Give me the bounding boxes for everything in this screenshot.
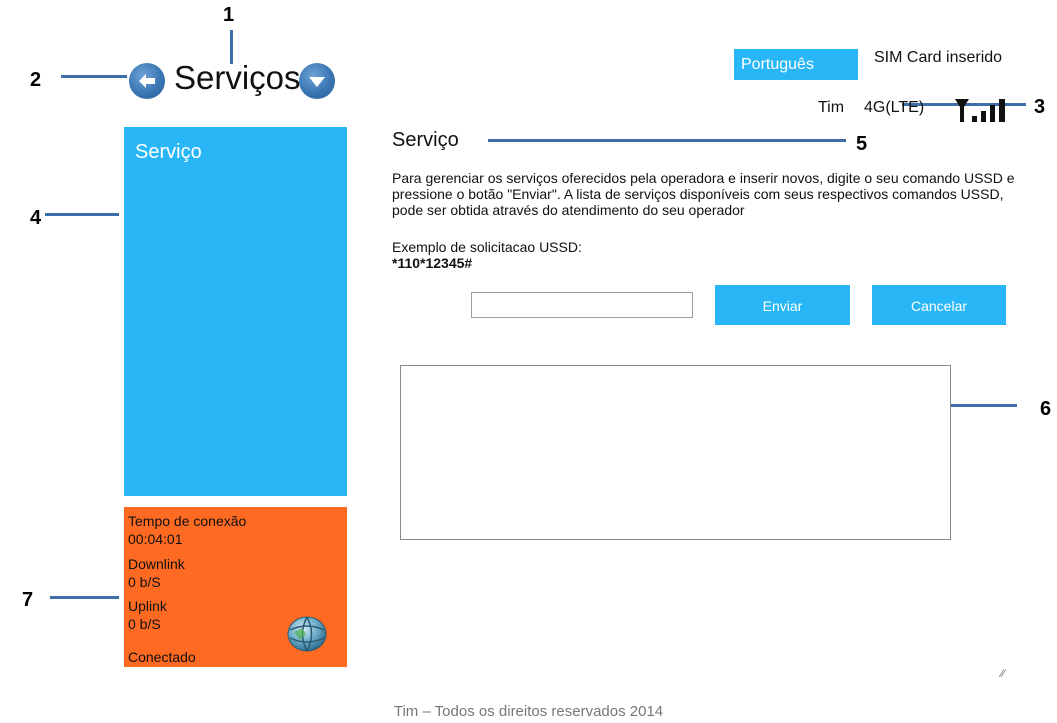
callout-4: 4 [30,207,42,229]
downlink-label: Downlink [128,556,185,572]
send-button[interactable]: Enviar [715,285,850,325]
chevron-down-icon [309,77,325,87]
example-label: Exemplo de solicitacao USSD: [392,239,582,255]
connection-time-label: Tempo de conexão [128,513,247,529]
menu-dropdown-button[interactable] [299,63,335,99]
callout-5-line [488,139,846,142]
sidebar-item-servico[interactable]: Serviço [135,141,202,164]
callout-4-line [45,213,119,216]
connection-time-value: 00:04:01 [128,531,183,547]
uplink-value: 0 b/S [128,616,161,632]
ussd-response-area[interactable] [400,365,951,540]
callout-7-line [50,596,119,599]
network-type: 4G(LTE) [864,99,925,116]
sim-status: SIM Card inserido [874,49,1003,66]
connection-stats-panel: Tempo de conexão 00:04:01 Downlink 0 b/S… [124,507,347,667]
back-button[interactable] [129,63,165,99]
connection-status: Conectado [128,649,196,665]
description-text: Para gerenciar os serviços oferecidos pe… [392,170,1015,218]
signal-strength-icon [955,99,1005,122]
callout-2: 2 [30,69,42,91]
operator-name: Tim [818,99,845,116]
callout-6: 6 [1040,398,1052,420]
arrow-left-icon [139,74,155,88]
callout-5: 5 [856,133,868,155]
ussd-command-input[interactable] [471,292,693,318]
callout-2-line [61,75,127,78]
section-title: Serviço [392,129,459,151]
resize-handle-icon[interactable]: ⁄⁄ [1001,668,1005,680]
example-code: *110*12345# [392,255,473,271]
callout-3: 3 [1034,96,1046,118]
sidebar: Serviço [124,127,347,496]
downlink-value: 0 b/S [128,574,161,590]
globe-icon [287,616,327,652]
page-title: Serviços [174,59,301,96]
uplink-label: Uplink [128,598,167,614]
footer-copyright: Tim – Todos os direitos reservados 2014 [393,703,664,720]
cancel-button[interactable]: Cancelar [872,285,1006,325]
callout-7: 7 [22,589,34,611]
callout-1: 1 [223,4,235,26]
language-selector[interactable]: Português [734,49,858,80]
